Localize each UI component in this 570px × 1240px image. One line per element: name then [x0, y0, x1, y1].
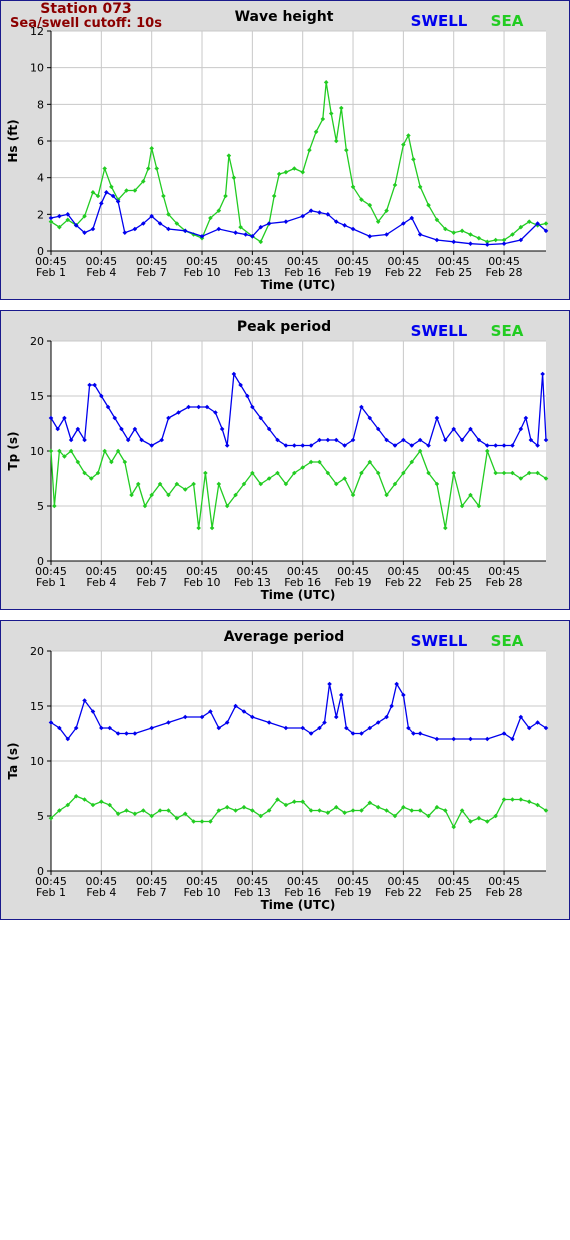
chart-title: Wave height: [235, 9, 334, 25]
y-tick-label: 12: [30, 25, 44, 38]
y-tick-label: 10: [30, 445, 44, 458]
x-tick-date-label: Feb 7: [137, 266, 167, 279]
x-tick-date-label: Feb 22: [385, 886, 422, 899]
y-tick-label: 10: [30, 62, 44, 75]
chart-title: Average period: [224, 629, 345, 645]
x-tick-date-label: Feb 25: [435, 886, 472, 899]
x-tick-date-label: Feb 19: [335, 266, 372, 279]
x-axis-label: Time (UTC): [261, 278, 336, 292]
y-tick-label: 2: [37, 208, 44, 221]
chart-title: Peak period: [237, 319, 331, 335]
average-period-panel: 0 5 10 15 20 00:45 Feb 1 00:45 Feb 4 00:45 Feb 7 00…: [0, 620, 570, 920]
y-tick-label: 20: [30, 645, 44, 658]
x-tick-date-label: Feb 4: [86, 886, 116, 899]
legend-sea: SEA: [491, 322, 524, 340]
y-tick-label: 15: [30, 390, 44, 403]
legend-sea: SEA: [491, 632, 524, 650]
x-tick-date-label: Feb 19: [335, 886, 372, 899]
legend-swell: SWELL: [411, 12, 468, 30]
x-tick-date-label: Feb 1: [36, 266, 66, 279]
chart-average-period: 0510152000:45Feb 100:45Feb 400:45Feb 700…: [6, 629, 549, 912]
y-tick-label: 6: [37, 135, 44, 148]
x-tick-date-label: Feb 1: [36, 886, 66, 899]
wave-height-panel: Station 073 Sea/swell cutoff: 10s 024681…: [0, 0, 570, 300]
x-tick-date-label: Feb 10: [184, 266, 221, 279]
x-axis-label: Time (UTC): [261, 898, 336, 912]
y-tick-label: 5: [37, 500, 44, 513]
x-tick-date-label: Feb 22: [385, 266, 422, 279]
x-tick-date-label: Feb 19: [335, 576, 372, 589]
legend-sea: SEA: [491, 12, 524, 30]
legend-swell: SWELL: [411, 322, 468, 340]
x-axis-label: Time (UTC): [261, 588, 336, 602]
x-tick-date-label: Feb 1: [36, 576, 66, 589]
y-axis-label: Hs (ft): [6, 119, 20, 162]
y-tick-label: 15: [30, 700, 44, 713]
chart-wave-height: 02468101200:45Feb 100:45Feb 400:45Feb 70…: [6, 9, 549, 292]
x-tick-date-label: Feb 28: [486, 576, 523, 589]
y-axis-label: Ta (s): [6, 742, 20, 779]
x-tick-date-label: Feb 25: [435, 576, 472, 589]
legend-swell: SWELL: [411, 632, 468, 650]
x-tick-date-label: Feb 7: [137, 886, 167, 899]
x-tick-date-label: Feb 10: [184, 886, 221, 899]
x-tick-date-label: Feb 28: [486, 886, 523, 899]
y-axis-label: Tp (s): [6, 431, 20, 470]
x-tick-date-label: Feb 4: [86, 576, 116, 589]
x-tick-date-label: Feb 4: [86, 266, 116, 279]
y-tick-label: 5: [37, 810, 44, 823]
x-tick-date-label: Feb 28: [486, 266, 523, 279]
x-tick-date-label: Feb 7: [137, 576, 167, 589]
x-tick-date-label: Feb 22: [385, 576, 422, 589]
x-tick-date-label: Feb 10: [184, 576, 221, 589]
y-tick-label: 20: [30, 335, 44, 348]
y-tick-label: 4: [37, 172, 44, 185]
peak-period-panel: 0 5 10 15 20 00:45 Feb 1 00:45 Feb 4 00:45 Feb 7 00…: [0, 310, 570, 610]
x-tick-date-label: Feb 25: [435, 266, 472, 279]
chart-peak-period: 0510152000:45Feb 100:45Feb 400:45Feb 700…: [6, 319, 549, 602]
y-tick-label: 8: [37, 98, 44, 111]
y-tick-label: 10: [30, 755, 44, 768]
